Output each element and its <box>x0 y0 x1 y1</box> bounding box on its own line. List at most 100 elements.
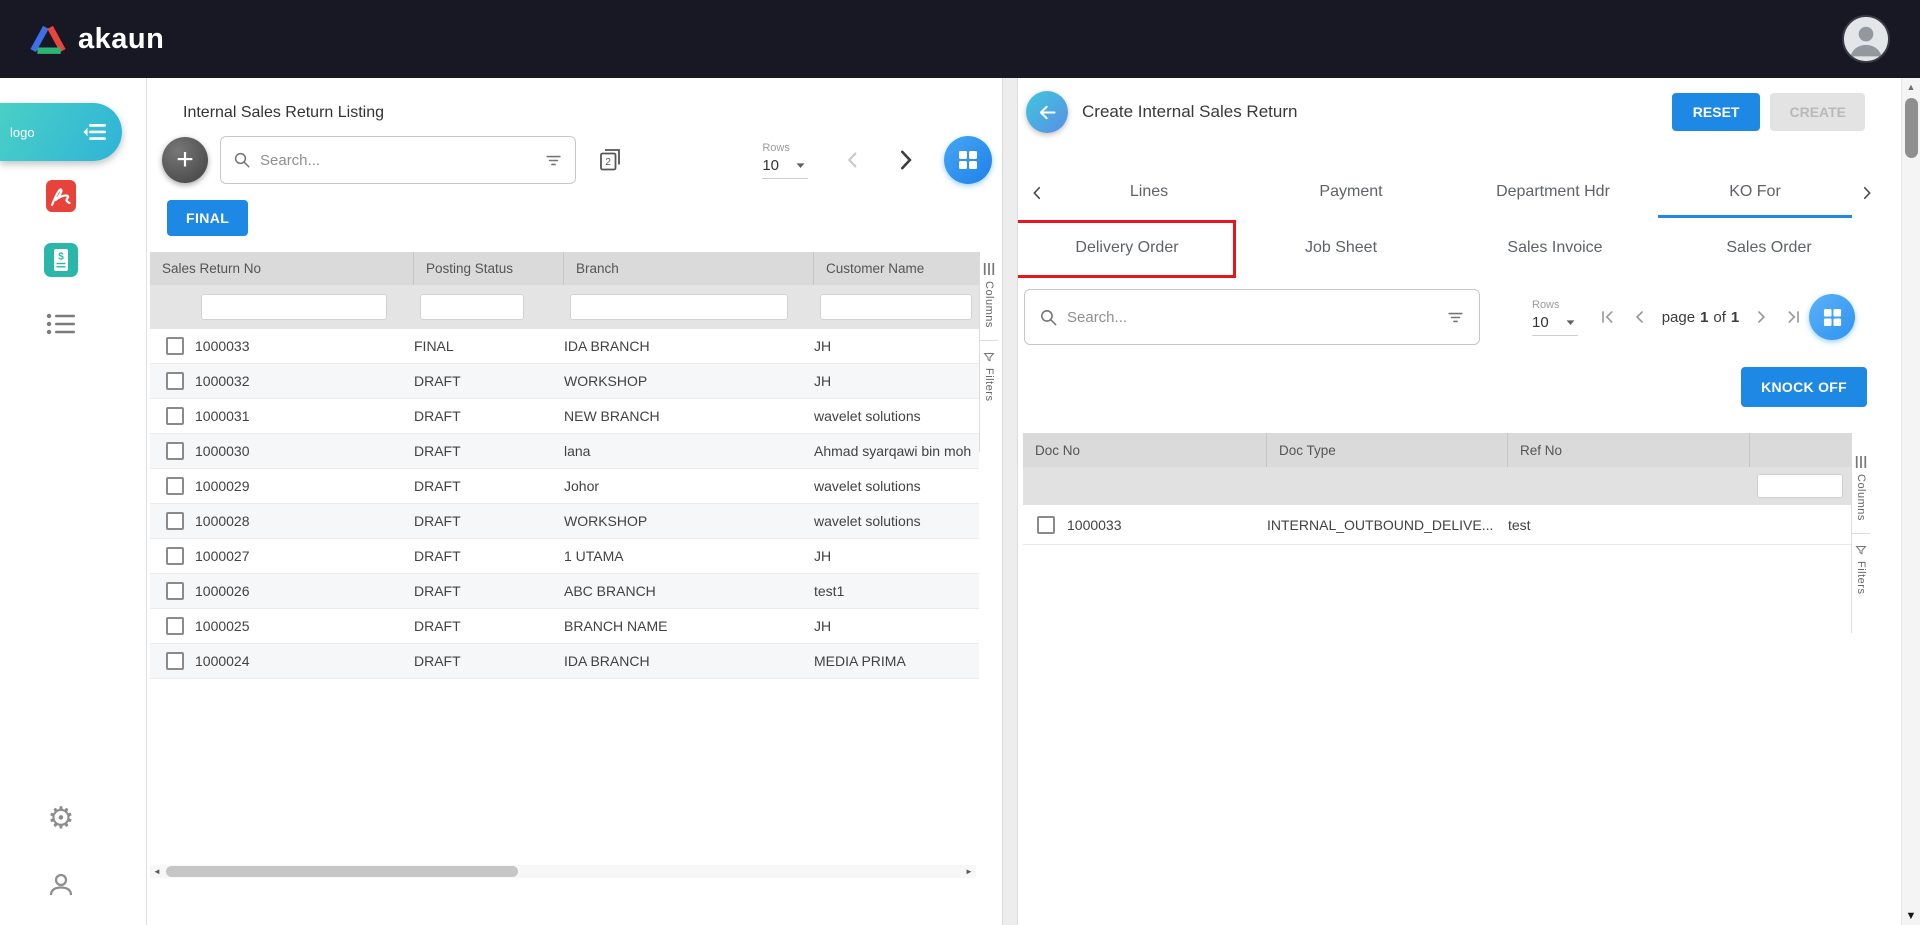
cell-ref-no: test <box>1508 516 1531 533</box>
subtab-delivery-order[interactable]: Delivery Order <box>1018 220 1236 278</box>
last-page-icon <box>1788 311 1800 323</box>
row-checkbox[interactable] <box>166 372 184 390</box>
sales-return-no-filter-input[interactable] <box>201 294 387 320</box>
sidebar-item-list[interactable] <box>41 304 81 344</box>
sales-return-table: Sales Return No Posting Status Branch Cu… <box>150 252 979 679</box>
row-checkbox[interactable] <box>166 652 184 670</box>
subtab-sales-order[interactable]: Sales Order <box>1662 224 1876 273</box>
apps-grid-button[interactable] <box>1809 294 1856 340</box>
sidebar-logo-badge[interactable]: logo <box>0 103 122 161</box>
tabs-scroll-right-button[interactable] <box>1856 184 1878 202</box>
horizontal-scrollbar[interactable]: ◄ ► <box>150 865 976 878</box>
table-row[interactable]: 1000030 DRAFT lana Ahmad syarqawi bin mo… <box>150 434 979 469</box>
table-row[interactable]: 1000033 FINAL IDA BRANCH JH <box>150 329 979 364</box>
knock-off-button[interactable]: KNOCK OFF <box>1741 367 1867 407</box>
sidebar-item-invoice[interactable]: $ <box>41 240 81 280</box>
table-row[interactable]: 1000028 DRAFT WORKSHOP wavelet solutions <box>150 504 979 539</box>
ko-toolbar: Rows 10 page <box>1024 289 1893 345</box>
columns-rail-label[interactable]: Columns <box>1855 474 1867 521</box>
table-row[interactable]: 1000025 DRAFT BRANCH NAME JH <box>150 609 979 644</box>
row-checkbox[interactable] <box>1037 515 1055 534</box>
sidebar-item-pdf[interactable] <box>41 176 81 216</box>
add-button[interactable]: + <box>162 137 208 183</box>
duplicate-view-button[interactable]: 2 <box>598 148 622 172</box>
row-checkbox[interactable] <box>166 582 184 600</box>
create-button[interactable]: CREATE <box>1770 93 1865 131</box>
final-filter-button[interactable]: FINAL <box>167 200 249 236</box>
back-button[interactable] <box>1026 91 1068 133</box>
table-row[interactable]: 1000027 DRAFT 1 UTAMA JH <box>150 539 979 574</box>
customer-name-filter-input[interactable] <box>820 294 972 320</box>
brand: akaun <box>30 23 164 56</box>
user-avatar[interactable] <box>1842 15 1890 63</box>
filters-funnel-icon[interactable] <box>1855 544 1867 556</box>
sales-return-table-zone: Sales Return No Posting Status Branch Cu… <box>147 252 1002 679</box>
next-page-button[interactable] <box>1745 307 1777 327</box>
pagination-status: page 1 of 1 <box>1662 309 1740 326</box>
row-checkbox[interactable] <box>166 337 184 355</box>
rows-per-page[interactable]: Rows 10 <box>1532 299 1578 336</box>
sidebar-bottom: ⚙ <box>0 804 122 905</box>
rows-per-page[interactable]: Rows 10 <box>762 142 808 179</box>
cell-sales-return-no: 1000033 <box>195 338 250 354</box>
settings-button[interactable]: ⚙ <box>48 804 75 834</box>
search-icon <box>1040 309 1057 325</box>
filter-list-icon[interactable] <box>544 151 563 170</box>
row-checkbox[interactable] <box>166 442 184 460</box>
filters-funnel-icon[interactable] <box>983 351 995 363</box>
first-page-button[interactable] <box>1592 307 1624 327</box>
scroll-right-icon[interactable]: ► <box>962 865 976 878</box>
next-page-button[interactable] <box>892 147 918 173</box>
filters-rail-label[interactable]: Filters <box>983 368 995 401</box>
tab-ko-for[interactable]: KO For <box>1654 167 1856 218</box>
tab-bar: Lines Payment Department Hdr KO For <box>1026 167 1893 218</box>
profile-button[interactable] <box>46 870 76 905</box>
horizontal-scrollbar-thumb[interactable] <box>166 866 518 877</box>
scroll-left-icon[interactable]: ◄ <box>150 865 164 878</box>
subtab-sales-invoice[interactable]: Sales Invoice <box>1448 224 1662 273</box>
tab-lines[interactable]: Lines <box>1048 167 1250 218</box>
page-scrollbar[interactable]: ▲ ▼ <box>1901 78 1920 925</box>
tab-payment[interactable]: Payment <box>1250 167 1452 218</box>
table-row[interactable]: 1000026 DRAFT ABC BRANCH test1 <box>150 574 979 609</box>
column-filter-input[interactable] <box>1757 474 1843 498</box>
table-row[interactable]: 1000029 DRAFT Johor wavelet solutions <box>150 469 979 504</box>
columns-icon[interactable] <box>1855 455 1867 469</box>
posting-status-filter-input[interactable] <box>420 294 524 320</box>
row-checkbox[interactable] <box>166 547 184 565</box>
last-page-button[interactable] <box>1777 307 1809 327</box>
prev-page-button[interactable] <box>842 149 864 171</box>
cell-branch: Johor <box>564 478 600 494</box>
table-row[interactable]: 1000031 DRAFT NEW BRANCH wavelet solutio… <box>150 399 979 434</box>
apps-grid-button[interactable] <box>944 136 992 184</box>
row-checkbox[interactable] <box>166 407 184 425</box>
akaun-logo-icon <box>30 25 66 54</box>
search-input[interactable] <box>1067 308 1437 326</box>
columns-icon[interactable] <box>983 262 995 276</box>
table-row[interactable]: 1000024 DRAFT IDA BRANCH MEDIA PRIMA <box>150 644 979 679</box>
row-checkbox[interactable] <box>166 512 184 530</box>
table-row[interactable]: 1000032 DRAFT WORKSHOP JH <box>150 364 979 399</box>
ko-documents-table: Doc No Doc Type Ref No 1000033 INTERNAL_… <box>1023 433 1851 633</box>
columns-rail-label[interactable]: Columns <box>983 281 995 328</box>
branch-filter-input[interactable] <box>570 294 788 320</box>
reset-button[interactable]: RESET <box>1671 93 1761 131</box>
table-row[interactable]: 1000033 INTERNAL_OUTBOUND_DELIVE... test <box>1023 505 1851 545</box>
filter-list-icon[interactable] <box>1446 308 1465 327</box>
row-checkbox[interactable] <box>166 617 184 635</box>
tabs-scroll-left-button[interactable] <box>1026 184 1048 202</box>
filters-rail-label[interactable]: Filters <box>1855 561 1867 594</box>
prev-page-button[interactable] <box>1624 307 1656 327</box>
page-scrollbar-thumb[interactable] <box>1905 98 1918 158</box>
cell-branch: 1 UTAMA <box>564 548 624 564</box>
scroll-up-icon[interactable]: ▲ <box>1902 82 1920 92</box>
header-sales-return-no: Sales Return No <box>150 252 414 285</box>
first-page-icon <box>1601 311 1613 323</box>
scroll-down-icon[interactable]: ▼ <box>1902 910 1920 922</box>
rail-divider <box>1852 532 1870 534</box>
search-input[interactable] <box>260 151 535 169</box>
cell-customer-name: JH <box>814 548 832 564</box>
row-checkbox[interactable] <box>166 477 184 495</box>
tab-department-hdr[interactable]: Department Hdr <box>1452 167 1654 218</box>
subtab-job-sheet[interactable]: Job Sheet <box>1234 224 1448 273</box>
